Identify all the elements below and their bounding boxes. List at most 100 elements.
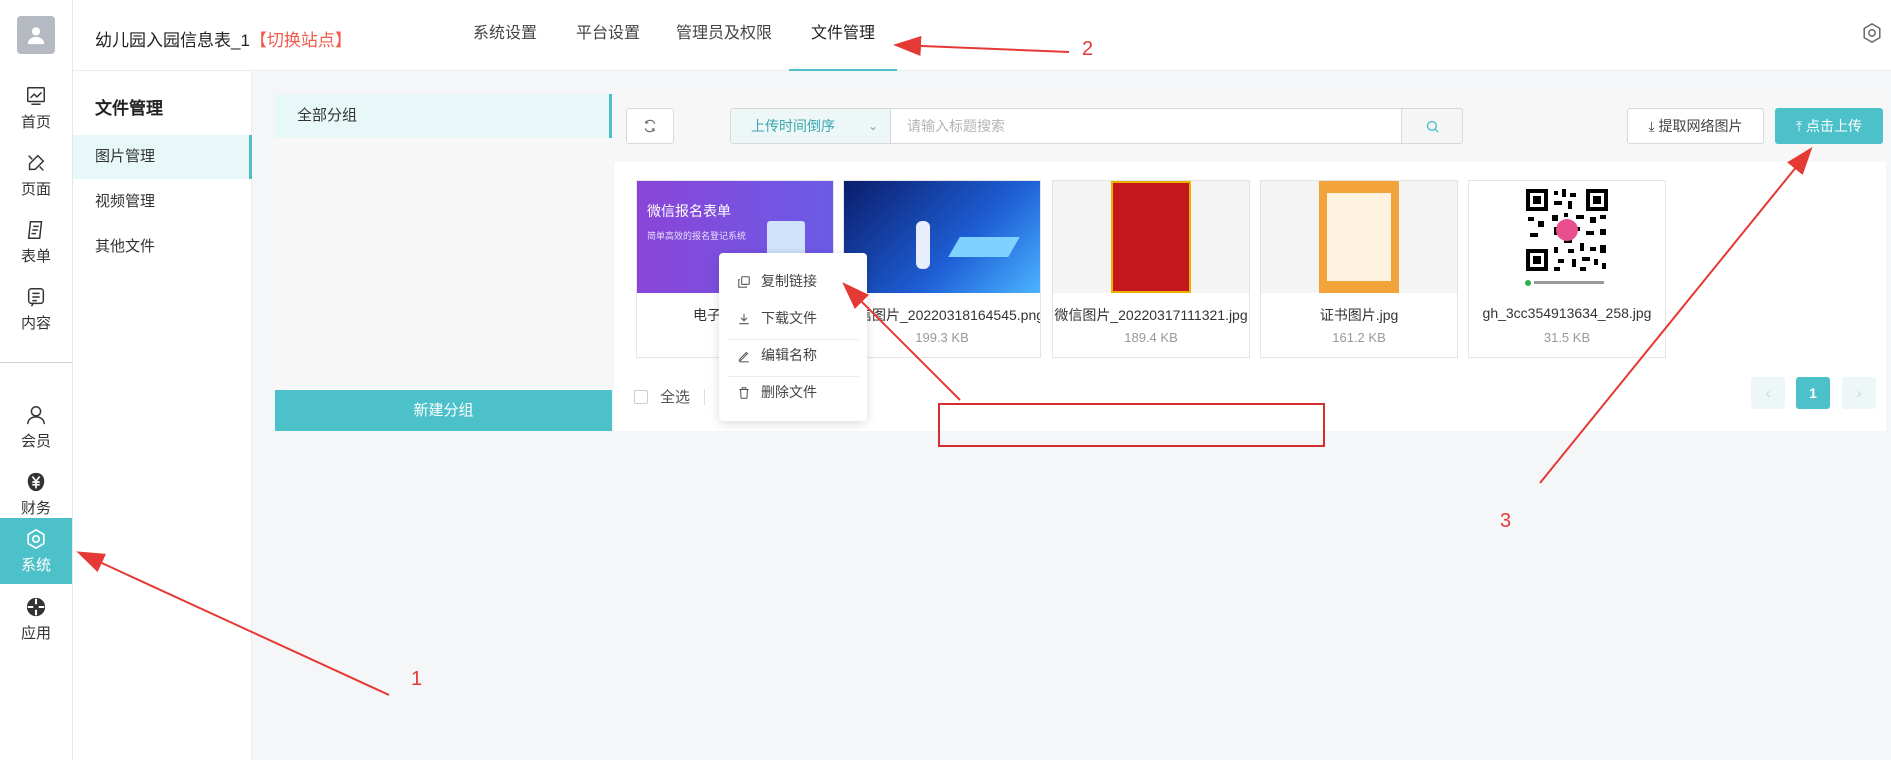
tab-system-settings[interactable]: 系统设置 (455, 0, 555, 71)
thumb-platform-graphic (948, 237, 1020, 257)
rail-label: 应用 (20, 624, 51, 642)
file-card[interactable]: 微信图片_20220317111321.jpg 189.4 KB (1052, 180, 1250, 358)
file-card[interactable]: 证书图片.jpg 161.2 KB (1260, 180, 1458, 358)
refresh-icon (644, 119, 656, 133)
avatar[interactable] (17, 16, 55, 54)
file-thumbnail (1261, 181, 1457, 293)
qr-code-graphic (1524, 187, 1610, 286)
menu-item-copy-link[interactable]: 复制链接 (719, 263, 867, 300)
upload-icon: ⤒ (1795, 118, 1803, 134)
annotation-label-1: 1 (411, 668, 423, 690)
thumb-title: 微信报名表单 (647, 203, 731, 219)
select-all-checkbox[interactable] (634, 389, 648, 404)
tab-platform-settings[interactable]: 平台设置 (559, 0, 657, 71)
toolbar: 上传时间倒序 ⌄ ⤓ 提取网络图片 ⤒ 点击上传 (614, 94, 1886, 162)
file-card[interactable]: gh_3cc354913634_258.jpg 31.5 KB (1468, 180, 1666, 358)
thumb-person-graphic (916, 221, 930, 269)
fetch-web-image-button[interactable]: ⤓ 提取网络图片 (1627, 108, 1764, 144)
rail-item-home[interactable]: 首页 (0, 75, 72, 141)
file-management-sidebar: 文件管理 图片管理 视频管理 其他文件 (73, 71, 252, 760)
file-size: 199.3 KB (915, 330, 969, 345)
rail-label: 内容 (20, 314, 51, 332)
chevron-left-icon: ‹ (1765, 384, 1771, 402)
subnav-item-videos[interactable]: 视频管理 (73, 180, 252, 224)
brush-icon (28, 154, 45, 171)
site-title: 幼儿园入园信息表_1【切换站点】 (95, 26, 352, 51)
menu-item-label: 复制链接 (761, 273, 817, 289)
search-button[interactable] (1401, 108, 1463, 144)
tab-file-management[interactable]: 文件管理 (789, 0, 897, 71)
menu-item-delete-file[interactable]: 删除文件 (719, 374, 867, 411)
menu-item-download-file[interactable]: 下载文件 (719, 300, 867, 337)
subnav-item-other-files[interactable]: 其他文件 (73, 225, 252, 269)
gear-hex-icon (27, 528, 45, 549)
tab-admin-permissions[interactable]: 管理员及权限 (659, 0, 789, 71)
rail-item-form[interactable]: 表单 (0, 209, 72, 275)
subnav-title: 文件管理 (95, 99, 163, 118)
select-all[interactable]: 全选 (634, 386, 706, 407)
select-all-label: 全选 (660, 389, 691, 406)
pagination-current-page[interactable]: 1 (1796, 377, 1830, 409)
search-icon (1426, 120, 1439, 133)
site-name: 幼儿园入园信息表_1 (95, 31, 250, 50)
file-card[interactable]: 微信图片_20220318164545.png 199.3 KB (843, 180, 1041, 358)
pagination-prev-button[interactable]: ‹ (1751, 377, 1785, 409)
copy-icon (738, 275, 750, 288)
annotation-highlight-box (938, 403, 1325, 447)
download-icon: ⤓ (1648, 118, 1655, 134)
subnav-item-images[interactable]: 图片管理 (73, 135, 252, 179)
user-icon (27, 405, 45, 424)
annotation-label-2: 2 (1082, 38, 1094, 60)
document-icon (27, 287, 45, 307)
rail-label: 表单 (20, 247, 51, 265)
menu-item-label: 删除文件 (761, 384, 817, 400)
menu-item-label: 编辑名称 (761, 347, 817, 363)
file-size: 31.5 KB (1543, 330, 1591, 345)
file-size: 189.4 KB (1124, 330, 1178, 345)
icon-rail: 首页 页面 表单 内容 会员 财务 系统 应用 (0, 0, 73, 760)
fetch-web-image-label: 提取网络图片 (1658, 118, 1743, 134)
rail-label: 首页 (20, 113, 51, 131)
file-size: 161.2 KB (1332, 330, 1386, 345)
chart-icon (27, 86, 45, 105)
thumb-poster-graphic (1111, 181, 1191, 293)
rail-item-page[interactable]: 页面 (0, 142, 72, 208)
thumb-subtitle: 简单高效的报名登记系统 (647, 231, 747, 241)
new-group-button[interactable]: 新建分组 (275, 390, 612, 431)
rail-item-apps[interactable]: 应用 (0, 586, 72, 652)
group-panel: 全部分组 新建分组 (275, 94, 612, 431)
top-header: 幼儿园入园信息表_1【切换站点】 系统设置 平台设置 管理员及权限 文件管理 (73, 0, 1891, 71)
sort-select[interactable]: 上传时间倒序 ⌄ (730, 108, 890, 144)
search-input[interactable] (890, 108, 1402, 144)
rail-label: 页面 (20, 180, 51, 198)
upload-button[interactable]: ⤒ 点击上传 (1775, 108, 1883, 144)
download-icon (739, 313, 749, 324)
rail-item-system[interactable]: 系统 (0, 518, 72, 584)
thumb-certificate-graphic (1319, 181, 1399, 293)
chevron-down-icon: ⌄ (867, 119, 878, 133)
group-all[interactable]: 全部分组 (275, 94, 612, 138)
user-avatar-icon (27, 27, 45, 45)
file-thumbnail (1053, 181, 1249, 293)
chevron-right-icon: › (1856, 384, 1862, 402)
annotation-label-3: 3 (1500, 510, 1512, 532)
rail-label: 系统 (20, 556, 51, 574)
file-name: 微信图片_20220317111321.jpg (1054, 307, 1248, 323)
file-name: gh_3cc354913634_258.jpg (1482, 305, 1652, 321)
rail-divider (0, 362, 72, 363)
sort-select-value: 上传时间倒序 (751, 118, 835, 134)
form-icon (27, 220, 43, 239)
rail-item-content[interactable]: 内容 (0, 276, 72, 342)
file-context-menu: 复制链接 下载文件 编辑名称 删除文件 (719, 253, 867, 421)
refresh-button[interactable] (626, 108, 674, 144)
file-thumbnail (1469, 181, 1665, 293)
menu-item-edit-name[interactable]: 编辑名称 (719, 337, 867, 374)
menu-item-label: 下载文件 (761, 310, 817, 326)
rail-item-member[interactable]: 会员 (0, 394, 72, 460)
gear-icon[interactable] (1861, 22, 1883, 44)
trash-icon (739, 386, 749, 399)
file-name: 证书图片.jpg (1319, 307, 1399, 323)
pagination-next-button[interactable]: › (1842, 377, 1876, 409)
switch-site-link[interactable]: 【切换站点】 (250, 31, 352, 50)
edit-icon (738, 351, 749, 362)
